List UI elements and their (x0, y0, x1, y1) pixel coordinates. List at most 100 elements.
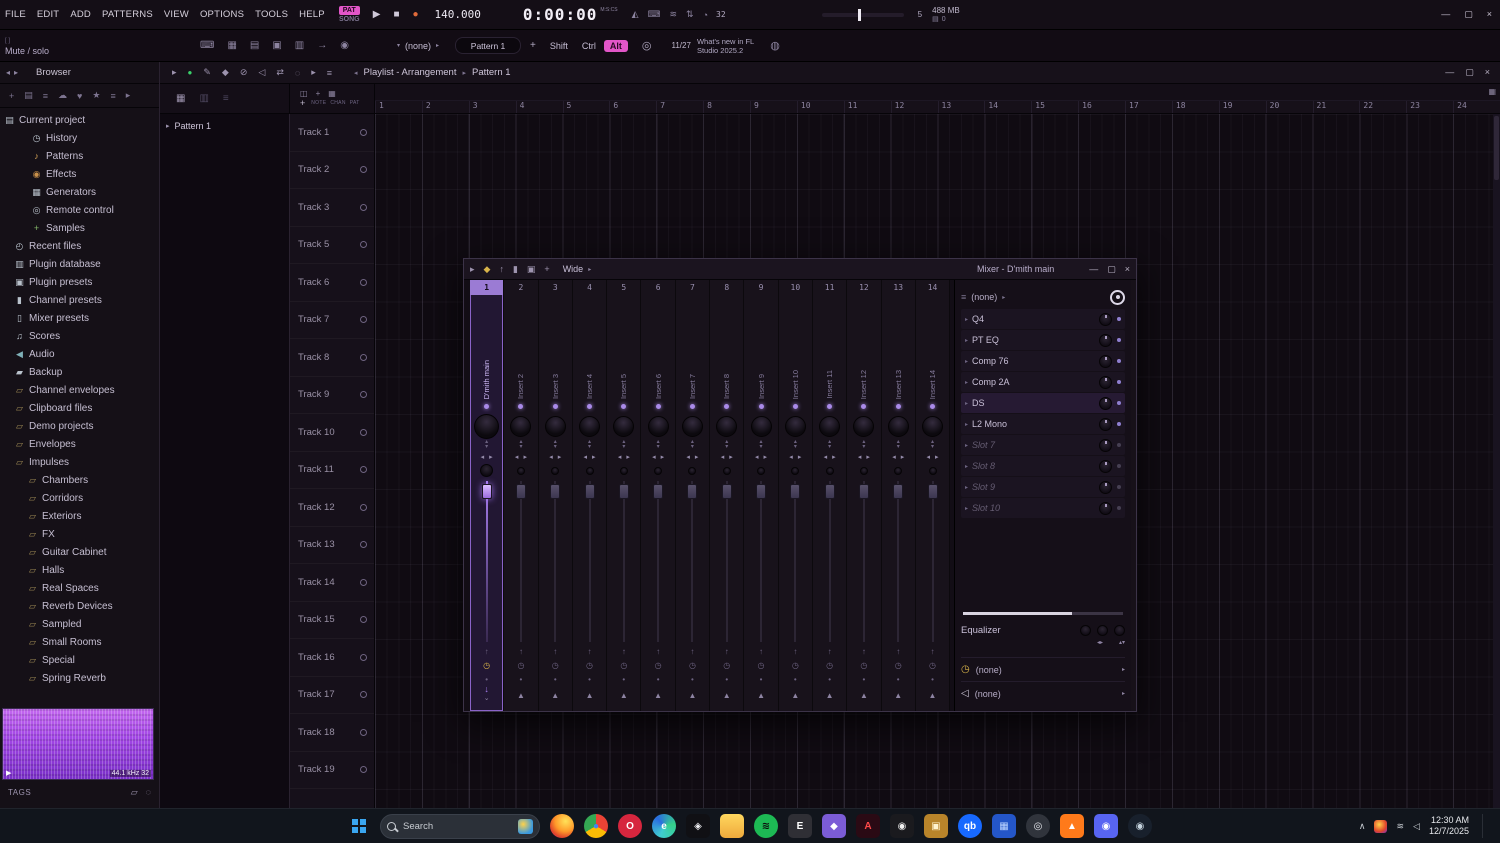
channel-swap-arrows[interactable]: ◂ ▸ (652, 451, 664, 463)
link-dot-icon[interactable]: • (828, 675, 831, 685)
link-dot-icon[interactable]: • (931, 675, 934, 685)
link-dot-icon[interactable]: • (622, 675, 625, 685)
slot-mix-knob[interactable] (1099, 354, 1112, 368)
mute-tool-icon[interactable]: ◁ (258, 67, 265, 78)
heart-icon[interactable]: ♥ (77, 91, 82, 101)
mixer-close-button[interactable]: × (1125, 264, 1130, 275)
eq-high-knob[interactable] (1114, 625, 1125, 636)
edge-icon[interactable]: e (652, 814, 676, 838)
channel-name[interactable]: Insert 6 (641, 295, 674, 401)
add-pattern-button[interactable]: + (530, 40, 536, 51)
send-switch-icon[interactable]: ↑ (485, 647, 489, 661)
audio-view-icon[interactable]: ▥ (199, 93, 208, 104)
browser-item[interactable]: ▱ Spring Reverb (0, 669, 159, 687)
track-name[interactable]: Track 19 (290, 764, 335, 775)
browser-item[interactable]: ▤ Current project (0, 111, 159, 129)
channel-name[interactable]: D'mith main (470, 295, 503, 401)
link-dot-icon[interactable]: • (863, 675, 866, 685)
browser-item[interactable]: ▣ Plugin presets (0, 273, 159, 291)
preview-play-icon[interactable]: ▶ (6, 769, 11, 777)
eq-band-arrows[interactable]: ▴▾ (1119, 639, 1125, 646)
plugin-delay-slot[interactable]: ≡ (none) ▸ (961, 285, 1125, 309)
channel-name[interactable]: Insert 13 (882, 295, 915, 401)
loop-icon[interactable]: ◎ (642, 39, 652, 52)
fader-handle[interactable] (550, 484, 561, 499)
timeline-bar-number[interactable]: 22 (1359, 101, 1406, 113)
link-dot-icon[interactable]: • (794, 675, 797, 685)
epic-games-icon[interactable]: E (788, 814, 812, 838)
track-name[interactable]: Track 5 (290, 239, 329, 250)
add-pattern-button[interactable]: + (300, 98, 305, 108)
track-header[interactable]: Track 18 (290, 714, 374, 752)
channel-swap-arrows[interactable]: ◂ ▸ (926, 451, 938, 463)
channel-name[interactable]: Insert 5 (607, 295, 640, 401)
link-dot-icon[interactable]: • (897, 675, 900, 685)
fader-handle[interactable] (481, 484, 492, 499)
channel-mute-led[interactable] (930, 401, 935, 412)
route-to-master-icon[interactable]: ▲ ↓ ⌄ (723, 685, 731, 711)
browser-item[interactable]: + Samples (0, 219, 159, 237)
taskbar-search[interactable]: Search (380, 813, 540, 839)
picker-tab-chan[interactable]: CHAN (330, 100, 345, 106)
close-button[interactable]: × (1487, 9, 1492, 20)
effect-slot[interactable]: ▸ Q4 (961, 309, 1125, 329)
track-mute-indicator[interactable] (360, 353, 367, 361)
mixer-channel-strip[interactable]: 13 Insert 13 ▴ ▾ ◂ ▸ ↑ ◷ • ▲ (881, 280, 916, 711)
star-icon[interactable]: ★ (92, 90, 100, 101)
fader-handle[interactable] (515, 484, 526, 499)
channel-name[interactable]: Insert 14 (916, 295, 949, 401)
tempo-display[interactable]: 140.000 (435, 8, 481, 21)
slider-thumb[interactable] (857, 8, 861, 21)
slot-name[interactable]: Slot 7 (972, 440, 995, 450)
slot-name[interactable]: L2 Mono (972, 419, 1007, 429)
effect-slot[interactable]: ▸ DS (961, 393, 1125, 413)
route-to-master-icon[interactable]: ▲ ↓ ⌄ (654, 685, 662, 711)
note-icon[interactable]: ◫ (300, 89, 308, 98)
forward-icon[interactable]: ▸ (14, 68, 18, 77)
mini-knob[interactable] (791, 463, 800, 478)
link-dot-icon[interactable]: • (657, 675, 660, 685)
timeline-bar-number[interactable]: 7 (656, 101, 703, 113)
slot-enable-led[interactable] (1117, 506, 1121, 510)
timeline-bar-number[interactable]: 2 (421, 101, 469, 113)
channel-mute-led[interactable] (552, 401, 558, 412)
grid-icon[interactable]: ▦ (328, 89, 336, 98)
slip-tool-icon[interactable]: ⇄ (276, 67, 284, 78)
mixer-menu-icon[interactable]: ▸ (470, 264, 475, 275)
track-header[interactable]: Track 10 (290, 414, 374, 452)
route-to-master-icon[interactable]: ▲ ↓ ⌄ (757, 685, 765, 711)
channel-swap-arrows[interactable]: ◂ ▸ (824, 451, 836, 463)
slot-expand-icon[interactable]: ▸ (965, 400, 968, 407)
track-mute-indicator[interactable] (360, 691, 367, 699)
send-slot[interactable]: ◁ (none) ▸ (961, 681, 1125, 705)
track-mute-indicator[interactable] (360, 241, 367, 249)
track-mute-indicator[interactable] (360, 466, 367, 474)
browser-item[interactable]: ♪ Patterns (0, 147, 159, 165)
slot-enable-led[interactable] (1117, 359, 1121, 363)
browser-item[interactable]: ▱ Reverb Devices (0, 597, 159, 615)
track-name[interactable]: Track 17 (290, 689, 335, 700)
volume-icon[interactable]: ◁ (1413, 821, 1420, 832)
firefox-icon[interactable] (550, 814, 574, 838)
mixer-channel-strip[interactable]: 3 Insert 3 ▴ ▾ ◂ ▸ ↑ ◷ • ▲ (538, 280, 573, 711)
channel-name[interactable]: Insert 10 (779, 295, 812, 401)
alt-key-indicator[interactable]: Alt (603, 39, 628, 52)
record-arm-icon[interactable]: ◷ (586, 661, 593, 675)
track-name[interactable]: Track 9 (290, 389, 329, 400)
amber-app-icon[interactable]: ▣ (924, 814, 948, 838)
track-header[interactable]: Track 1 (290, 114, 374, 152)
master-pitch-slider[interactable] (821, 8, 904, 21)
route-to-master-icon[interactable]: ▲ ↓ ⌄ (586, 685, 594, 711)
opera-icon[interactable]: O (618, 814, 642, 838)
effect-slot[interactable]: ▸ Slot 9 (961, 477, 1125, 497)
timeline-bar-number[interactable]: 3 (468, 101, 516, 113)
mixer-channel-strip[interactable]: 4 Insert 4 ▴ ▾ ◂ ▸ ↑ ◷ • ▲ (572, 280, 608, 711)
channel-number[interactable]: 1 (470, 280, 504, 295)
playlist-minimize-button[interactable]: — (1445, 67, 1454, 78)
route-to-master-icon[interactable]: ▲ ↓ ⌄ (551, 685, 559, 711)
menu-item[interactable]: PATTERNS (102, 9, 153, 20)
slot-expand-icon[interactable]: ▸ (965, 316, 968, 323)
mixer-channel-strip[interactable]: 7 Insert 7 ▴ ▾ ◂ ▸ ↑ ◷ • ▲ (675, 280, 711, 711)
slot-expand-icon[interactable]: ▸ (965, 442, 968, 449)
track-header[interactable]: Track 9 (290, 377, 374, 414)
